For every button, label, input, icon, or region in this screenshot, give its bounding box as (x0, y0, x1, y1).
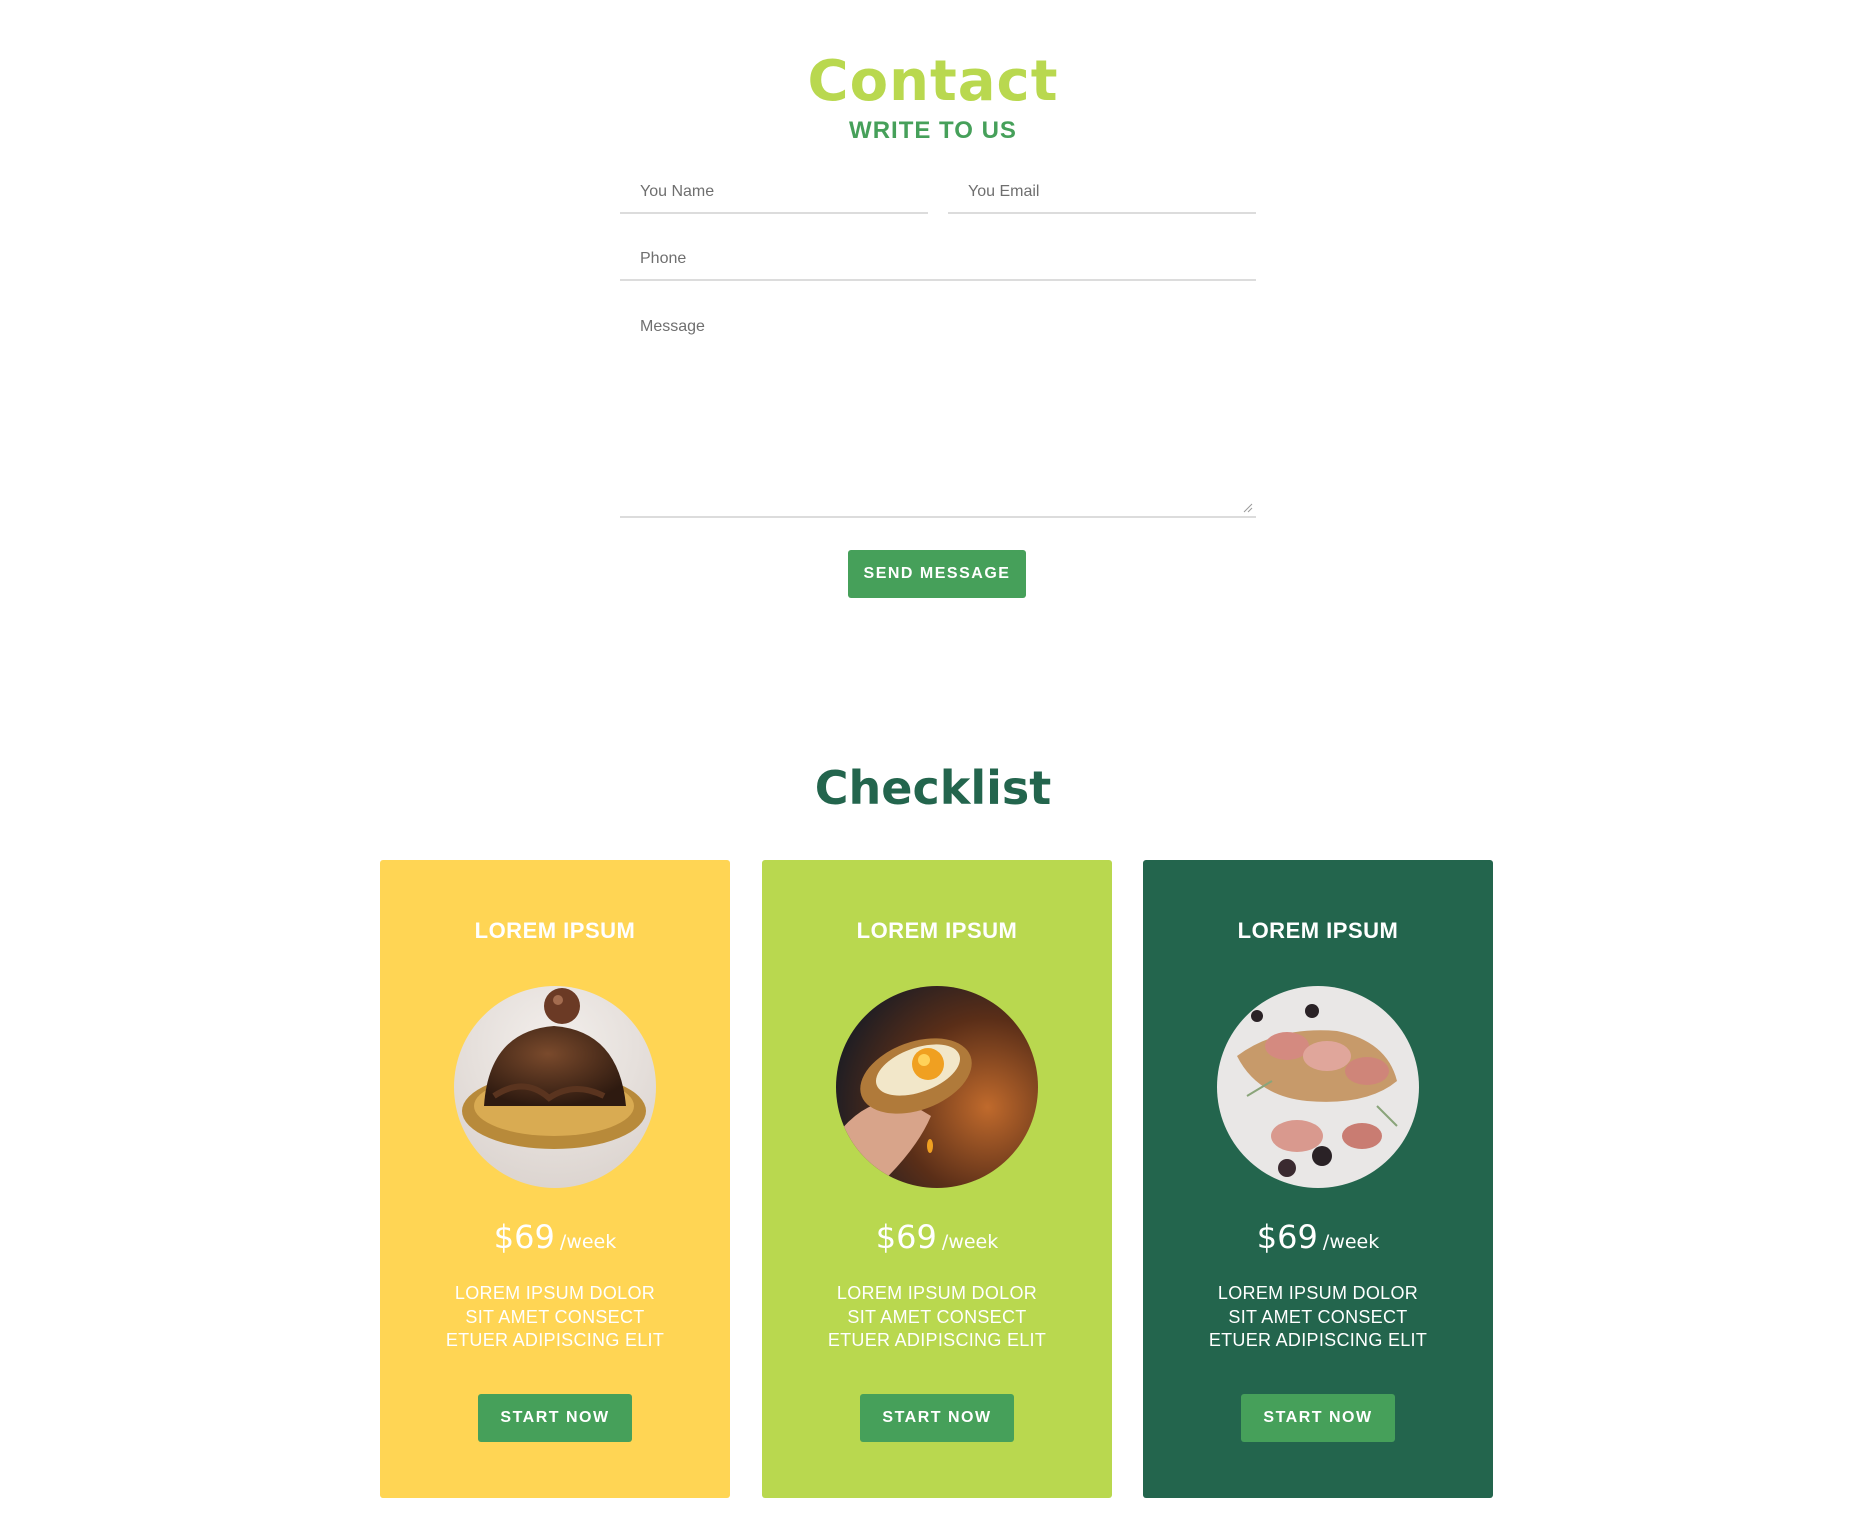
price: $69 /week (1143, 1217, 1493, 1263)
price-amount: $69 (1256, 1218, 1318, 1256)
start-now-button[interactable]: START NOW (478, 1394, 632, 1442)
contact-title: Contact (807, 49, 1059, 114)
price: $69 /week (762, 1217, 1112, 1263)
price-period: /week (941, 1231, 999, 1253)
pricing-card: LOREM IPSUM $69 /week LOREM IPSUM DOLOR … (1143, 860, 1493, 1498)
price-period: /week (1322, 1231, 1380, 1253)
phone-input[interactable] (620, 239, 1256, 281)
card-title: LOREM IPSUM (474, 918, 636, 943)
card-description: LOREM IPSUM DOLOR SIT AMET CONSECT ETUER… (1143, 1282, 1493, 1353)
description-line: SIT AMET CONSECT (847, 1306, 1027, 1327)
send-message-button[interactable]: SEND MESSAGE (848, 550, 1026, 598)
contact-subtitle: WRITE TO US (849, 117, 1017, 144)
name-input[interactable] (620, 172, 928, 214)
resize-handle-icon[interactable] (1243, 503, 1253, 513)
chocolate-dessert-image (454, 986, 656, 1188)
description-line: LOREM IPSUM DOLOR (836, 1283, 1038, 1303)
description-line: SIT AMET CONSECT (1228, 1306, 1408, 1327)
card-description: LOREM IPSUM DOLOR SIT AMET CONSECT ETUER… (762, 1282, 1112, 1353)
description-line: ETUER ADIPISCING ELIT (827, 1330, 1047, 1350)
start-now-button[interactable]: START NOW (860, 1394, 1014, 1442)
description-line: LOREM IPSUM DOLOR (1217, 1283, 1419, 1303)
pricing-card: LOREM IPSUM $69 /week LOREM IPSUM DOLOR … (762, 860, 1112, 1498)
egg-sandwich-image (836, 986, 1038, 1188)
card-description: LOREM IPSUM DOLOR SIT AMET CONSECT ETUER… (380, 1282, 730, 1353)
price-amount: $69 (493, 1218, 555, 1256)
price-period: /week (559, 1231, 617, 1253)
pricing-card: LOREM IPSUM $69 /week LOREM IPSUM DOLOR … (380, 860, 730, 1498)
card-title: LOREM IPSUM (856, 918, 1018, 943)
message-textarea[interactable] (620, 306, 1256, 518)
price: $69 /week (380, 1217, 730, 1263)
card-title: LOREM IPSUM (1237, 918, 1399, 943)
bacon-rolls-image (1217, 986, 1419, 1188)
checklist-title: Checklist (814, 761, 1052, 815)
description-line: ETUER ADIPISCING ELIT (445, 1330, 665, 1350)
description-line: SIT AMET CONSECT (465, 1306, 645, 1327)
description-line: ETUER ADIPISCING ELIT (1208, 1330, 1428, 1350)
email-input[interactable] (948, 172, 1256, 214)
price-amount: $69 (875, 1218, 937, 1256)
start-now-button[interactable]: START NOW (1241, 1394, 1395, 1442)
description-line: LOREM IPSUM DOLOR (454, 1283, 656, 1303)
